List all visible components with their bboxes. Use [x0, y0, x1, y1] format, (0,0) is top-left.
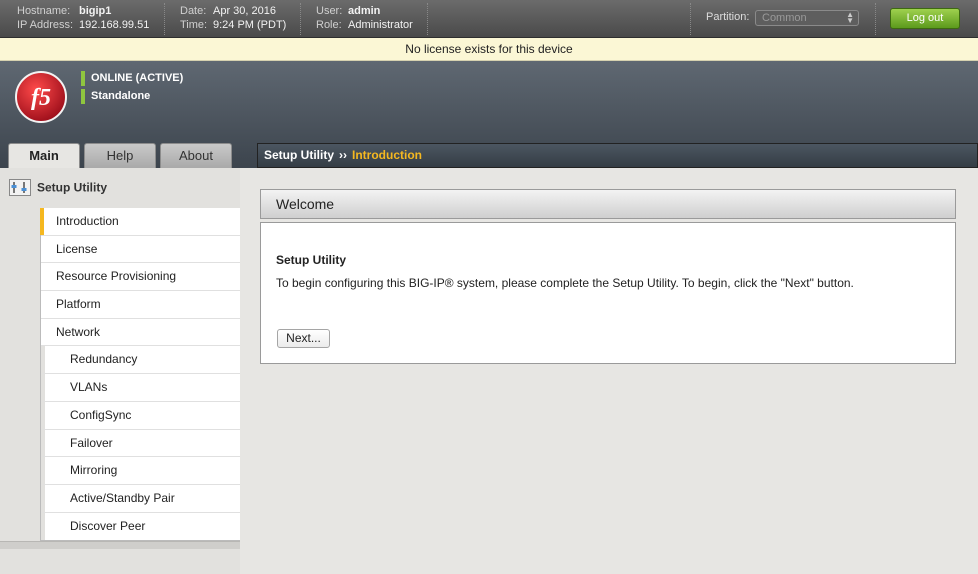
sidebar-item-vlans[interactable]: VLANs	[41, 374, 240, 402]
date-label: Date:	[180, 5, 207, 17]
time-value: 9:24 PM (PDT)	[213, 19, 287, 31]
datetime-info: Date: Apr 30, 2016 Time: 9:24 PM (PDT)	[180, 4, 286, 34]
tab-about[interactable]: About	[160, 143, 232, 168]
f5-logo: f5	[14, 70, 68, 124]
sidebar-item-redundancy[interactable]: Redundancy	[41, 346, 240, 375]
status-primary: ONLINE (ACTIVE)	[81, 71, 183, 86]
user-label: User:	[316, 5, 343, 17]
sidebar-item-license[interactable]: License	[41, 236, 240, 264]
sidebar-heading[interactable]: Setup Utility	[9, 179, 107, 196]
breadcrumb-separator: ››	[339, 148, 348, 162]
ip-value: 192.168.99.51	[79, 19, 150, 31]
sidebar-item-resource-provisioning[interactable]: Resource Provisioning	[41, 263, 240, 292]
partition-value: Common	[762, 12, 807, 24]
status-secondary: Standalone	[81, 89, 183, 104]
svg-text:f5: f5	[31, 85, 51, 111]
license-banner: No license exists for this device	[0, 38, 978, 61]
select-arrows-icon: ▲ ▼	[846, 10, 854, 25]
date-value: Apr 30, 2016	[213, 5, 276, 17]
breadcrumb-parent[interactable]: Setup Utility	[264, 148, 334, 162]
breadcrumb-current: Introduction	[352, 148, 422, 162]
setup-nav: Introduction License Resource Provisioni…	[40, 208, 240, 542]
divider	[690, 3, 691, 35]
logout-button[interactable]: Log out	[890, 8, 960, 29]
tab-main[interactable]: Main	[8, 143, 80, 169]
section-description: To begin configuring this BIG-IP® system…	[276, 276, 854, 290]
sidebar-heading-label: Setup Utility	[37, 180, 108, 195]
sidebar-item-introduction[interactable]: Introduction	[40, 208, 240, 236]
sidebar-item-platform[interactable]: Platform	[41, 291, 240, 319]
hostname-label: Hostname:	[17, 5, 71, 17]
section-title: Setup Utility	[276, 253, 347, 267]
divider	[427, 3, 428, 35]
partition-label: Partition:	[706, 11, 750, 23]
sidebar-item-discover-peer[interactable]: Discover Peer	[41, 512, 240, 541]
user-value: admin	[348, 5, 381, 17]
setup-utility-icon	[9, 179, 31, 196]
host-info: Hostname: bigip1 IP Address: 192.168.99.51	[17, 4, 149, 34]
role-value: Administrator	[348, 19, 413, 31]
sidebar-item-configsync[interactable]: ConfigSync	[41, 401, 240, 430]
role-label: Role:	[316, 19, 342, 31]
sidebar-item-network[interactable]: Network	[41, 319, 240, 347]
partition-select[interactable]: Common ▲ ▼	[755, 10, 859, 26]
header: f5 ONLINE (ACTIVE) Standalone Main Help …	[0, 61, 978, 169]
sidebar-footer	[0, 541, 240, 549]
top-bar: Hostname: bigip1 IP Address: 192.168.99.51…	[0, 0, 978, 38]
divider	[300, 3, 301, 35]
divider	[875, 3, 876, 35]
device-status: ONLINE (ACTIVE) Standalone	[81, 71, 183, 107]
hostname-value: bigip1	[79, 5, 112, 17]
tab-help[interactable]: Help	[84, 143, 156, 168]
time-label: Time:	[180, 19, 208, 31]
welcome-panel-header: Welcome	[260, 189, 956, 219]
divider	[164, 3, 165, 35]
sidebar: Setup Utility Introduction License Resou…	[0, 168, 240, 574]
breadcrumb: Setup Utility ›› Introduction	[257, 143, 978, 168]
sidebar-item-failover[interactable]: Failover	[41, 429, 240, 458]
ip-label: IP Address:	[17, 19, 74, 31]
user-info: User: admin Role: Administrator	[316, 4, 413, 34]
sidebar-item-mirroring[interactable]: Mirroring	[41, 457, 240, 485]
welcome-panel: Setup Utility To begin configuring this …	[260, 222, 956, 364]
sidebar-item-active-standby-pair[interactable]: Active/Standby Pair	[41, 484, 240, 513]
next-button[interactable]: Next...	[277, 329, 330, 348]
